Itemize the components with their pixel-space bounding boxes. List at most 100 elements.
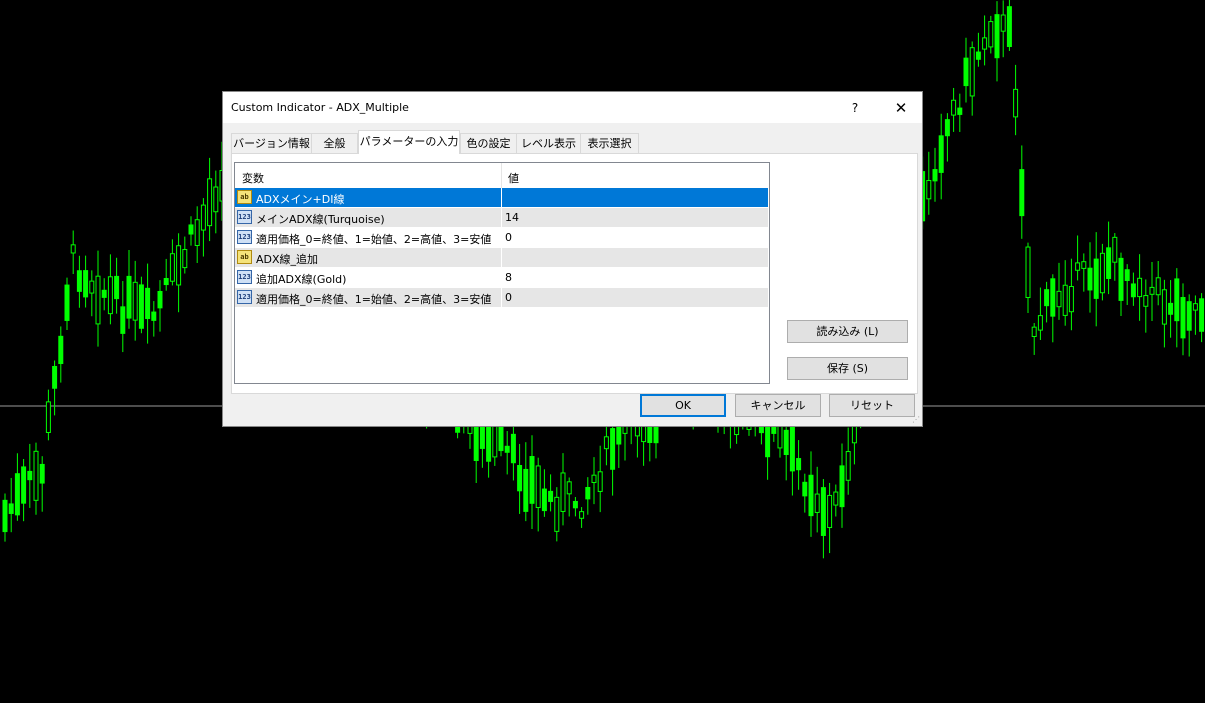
number-type-icon: 123 (237, 270, 252, 284)
tab-levels[interactable]: レベル表示 (516, 133, 581, 153)
candle (938, 113, 944, 200)
candle (83, 255, 89, 308)
reset-button[interactable]: リセット (829, 394, 915, 417)
parameters-grid[interactable]: 変数 値 ab ADXメイン+DI線 123 メインADX線(Turquoise) 14… (234, 162, 770, 384)
candle (932, 147, 938, 202)
candle (517, 443, 523, 514)
candle (33, 442, 39, 515)
candle (548, 474, 554, 512)
tab-version-info[interactable]: バージョン情報 (231, 133, 312, 153)
window-title: Custom Indicator - ADX_Multiple (231, 101, 409, 114)
candle (1155, 260, 1161, 306)
candle (1062, 260, 1068, 326)
column-header-value[interactable]: 値 (508, 170, 519, 186)
tab-input-parameters[interactable]: パラメーターの入力 (358, 130, 460, 154)
candle (1081, 253, 1087, 292)
candle (76, 255, 82, 308)
candle (1056, 262, 1062, 320)
parameter-name: ADX線_追加 (256, 253, 319, 266)
candle (2, 493, 8, 542)
resize-grip-icon[interactable]: ⋰ (912, 416, 920, 424)
candle (944, 113, 950, 162)
candle (560, 453, 566, 526)
candle (1099, 243, 1105, 301)
parameter-row[interactable]: 123 適用価格_0=終値、1=始値、2=高値、3=安値 0 (235, 288, 768, 308)
tab-visualization[interactable]: 表示選択 (580, 133, 639, 153)
parameter-value[interactable]: 8 (505, 271, 512, 284)
candle (969, 41, 975, 116)
candle (808, 451, 814, 537)
candle (845, 427, 851, 495)
candle (926, 151, 932, 215)
candle (14, 453, 20, 521)
candle (157, 280, 163, 332)
candle (1137, 254, 1143, 321)
candle (169, 239, 175, 286)
parameter-row[interactable]: 123 追加ADX線(Gold) 8 (235, 268, 768, 288)
candle (796, 440, 802, 490)
candle (120, 281, 126, 353)
candle (820, 479, 826, 559)
candle (597, 445, 603, 513)
parameter-row[interactable]: ab ADXメイン+DI線 (235, 188, 768, 208)
candle (213, 170, 219, 234)
candle (1006, 0, 1012, 51)
candle (132, 260, 138, 341)
candle (107, 254, 113, 325)
parameter-row[interactable]: ab ADX線_追加 (235, 248, 768, 268)
candle (1013, 64, 1019, 136)
candle (95, 250, 101, 347)
candle (58, 326, 64, 383)
parameter-value[interactable]: 0 (505, 231, 512, 244)
cancel-button[interactable]: キャンセル (735, 394, 821, 417)
candle (194, 206, 200, 263)
candle (176, 233, 182, 313)
candle (1143, 279, 1149, 333)
candle (579, 507, 585, 528)
candle (572, 497, 578, 517)
candle (833, 484, 839, 517)
candle (1031, 323, 1037, 355)
candle (188, 216, 194, 246)
candle (8, 477, 14, 533)
tab-colors[interactable]: 色の設定 (460, 133, 517, 153)
candle (52, 360, 58, 416)
candle (1044, 281, 1050, 323)
candle (994, 1, 1000, 82)
candle (101, 278, 107, 311)
candle (566, 477, 572, 517)
parameter-name: 適用価格_0=終値、1=始値、2=高値、3=安値 (256, 293, 492, 306)
load-button[interactable]: 読み込み (L) (787, 320, 908, 343)
candle (182, 236, 188, 274)
string-type-icon: ab (237, 250, 252, 264)
candle (975, 32, 981, 67)
grid-header: 変数 値 (235, 163, 769, 188)
candle (510, 419, 516, 481)
candle (45, 389, 51, 441)
candle (21, 458, 27, 522)
candle (1124, 264, 1130, 305)
parameter-value[interactable]: 0 (505, 291, 512, 304)
number-type-icon: 123 (237, 210, 252, 224)
help-icon[interactable]: ? (845, 98, 865, 118)
ok-button[interactable]: OK (640, 394, 726, 417)
parameter-row[interactable]: 123 適用価格_0=終値、1=始値、2=高値、3=安値 0 (235, 228, 768, 248)
parameter-name: ADXメイン+DI線 (256, 193, 345, 206)
parameter-row[interactable]: 123 メインADX線(Turquoise) 14 (235, 208, 768, 228)
candle (827, 482, 833, 554)
save-button[interactable]: 保存 (S) (787, 357, 908, 380)
tab-general[interactable]: 全般 (311, 133, 358, 153)
number-type-icon: 123 (237, 230, 252, 244)
close-icon[interactable]: ✕ (889, 97, 913, 119)
candle (1199, 293, 1205, 343)
candle (1130, 272, 1136, 306)
candle (1093, 232, 1099, 327)
candle (529, 435, 535, 529)
title-bar[interactable]: Custom Indicator - ADX_Multiple ? ✕ (223, 92, 922, 123)
candle (1174, 268, 1180, 348)
parameter-name: 適用価格_0=終値、1=始値、2=高値、3=安値 (256, 233, 492, 246)
candle (200, 198, 206, 257)
candle (207, 157, 213, 242)
column-header-variable[interactable]: 変数 (242, 170, 264, 186)
parameter-value[interactable]: 14 (505, 211, 519, 224)
